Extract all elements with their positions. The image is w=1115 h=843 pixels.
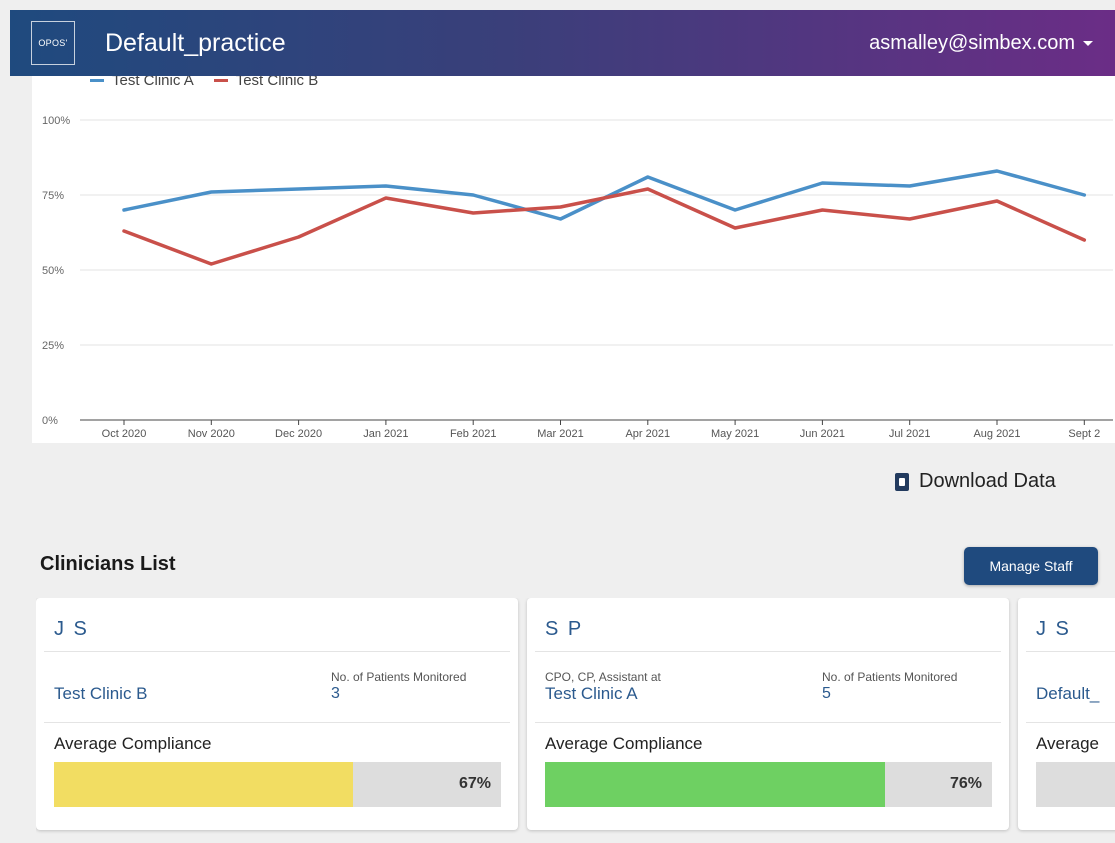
clinician-role: CPO, CP, Assistant at: [545, 670, 661, 684]
average-compliance-label: Average: [1036, 734, 1100, 753]
compliance-percent: 76%: [949, 775, 982, 792]
clinician-card[interactable]: J S Test Clinic B No. of Patients Monito…: [36, 598, 518, 830]
y-tick-label: 50%: [42, 265, 64, 277]
x-tick-label: Jan 2021: [363, 428, 408, 440]
patients-monitored-label: No. of Patients Monitored: [822, 670, 958, 684]
x-tick-label: Oct 2020: [102, 428, 147, 440]
divider: [1026, 651, 1115, 652]
chevron-down-icon: [1083, 40, 1093, 46]
user-menu[interactable]: asmalley@simbex.com: [869, 32, 1093, 55]
legend-swatch-a: [90, 79, 104, 82]
data-point: [733, 226, 737, 230]
data-point: [995, 199, 999, 203]
clinician-card[interactable]: S P CPO, CP, Assistant at Test Clinic A …: [527, 598, 1009, 830]
practice-name: Default_practice: [105, 28, 286, 57]
data-point: [384, 196, 388, 200]
download-label: Download Data: [919, 470, 1056, 492]
patients-monitored-value: 3: [331, 685, 340, 702]
x-tick-label: May 2021: [711, 428, 759, 440]
data-point: [471, 211, 475, 215]
data-point: [820, 208, 824, 212]
divider: [1026, 722, 1115, 723]
divider: [44, 651, 510, 652]
file-download-icon: [895, 472, 909, 491]
logo-text: OPOS': [38, 38, 68, 48]
data-point: [559, 217, 562, 221]
compliance-bar: 67%: [54, 762, 501, 807]
data-point: [297, 187, 301, 191]
top-app-bar: OPOS' Default_practice asmalley@simbex.c…: [10, 10, 1115, 76]
series-line-clinic-b: [122, 187, 1087, 266]
data-point: [1082, 238, 1086, 242]
y-tick-label: 75%: [42, 190, 64, 202]
clinician-initials: J S: [1036, 618, 1071, 640]
clinicians-list-title: Clinicians List: [40, 553, 176, 575]
data-point: [733, 208, 737, 212]
x-tick-label: Aug 2021: [973, 428, 1020, 440]
x-tick-label: Jul 2021: [889, 428, 931, 440]
user-email: asmalley@simbex.com: [869, 31, 1075, 54]
compliance-chart: 0% 25% 50% 75% 100% Oct 2020 Nov 2020 Dec 2020 J…: [32, 60, 1115, 443]
clinician-initials: S P: [545, 618, 584, 640]
x-tick-label: Apr 2021: [625, 428, 670, 440]
data-point: [471, 193, 475, 197]
data-point: [995, 169, 999, 173]
clinician-card[interactable]: J S Default_ Average: [1018, 598, 1115, 830]
compliance-bar-fill: [545, 762, 885, 807]
line-chart-svg: 0% 25% 50% 75% 100% Oct 2020 Nov 2020 Dec 2020 J…: [42, 115, 1113, 440]
clinic-link[interactable]: Default_: [1036, 684, 1099, 704]
y-tick-label: 100%: [42, 115, 70, 127]
data-point: [122, 229, 126, 233]
y-tick-label: 0%: [42, 415, 58, 427]
compliance-bar: [1036, 762, 1115, 807]
clinic-link[interactable]: Test Clinic B: [54, 684, 148, 704]
compliance-bar: 76%: [545, 762, 992, 807]
divider: [535, 651, 1001, 652]
patients-monitored-label: No. of Patients Monitored: [331, 670, 467, 684]
x-tick-label: Mar 2021: [537, 428, 583, 440]
x-tick-label: Jun 2021: [800, 428, 845, 440]
legend-swatch-b: [213, 79, 228, 82]
clinic-link[interactable]: Test Clinic A: [545, 684, 638, 704]
clinician-initials: J S: [54, 618, 89, 640]
x-tick-label: Nov 2020: [188, 428, 235, 440]
patients-monitored-value: 5: [822, 685, 831, 702]
manage-staff-button[interactable]: Manage Staff: [964, 547, 1098, 585]
average-compliance-label: Average Compliance: [54, 734, 212, 753]
app-logo[interactable]: OPOS': [31, 21, 75, 65]
x-tick-label: Feb 2021: [450, 428, 496, 440]
x-tick-label: Dec 2020: [275, 428, 322, 440]
data-point: [209, 262, 213, 266]
download-data-button[interactable]: Download Data: [895, 470, 1056, 493]
data-point: [559, 205, 562, 209]
data-point: [209, 190, 213, 194]
data-point: [384, 184, 388, 188]
clinician-cards: J S Test Clinic B No. of Patients Monito…: [36, 598, 1115, 843]
data-point: [646, 175, 650, 179]
data-point: [646, 187, 650, 191]
data-point: [908, 217, 912, 221]
divider: [535, 722, 1001, 723]
y-tick-label: 25%: [42, 340, 64, 352]
compliance-bar-fill: [54, 762, 354, 807]
average-compliance-label: Average Compliance: [545, 734, 703, 753]
data-point: [908, 184, 912, 188]
data-point: [1082, 193, 1086, 197]
data-point: [122, 208, 126, 212]
x-tick-label: Sept 2: [1068, 428, 1100, 440]
compliance-percent: 67%: [458, 775, 491, 792]
divider: [44, 722, 510, 723]
data-point: [820, 181, 824, 185]
data-point: [297, 235, 301, 239]
